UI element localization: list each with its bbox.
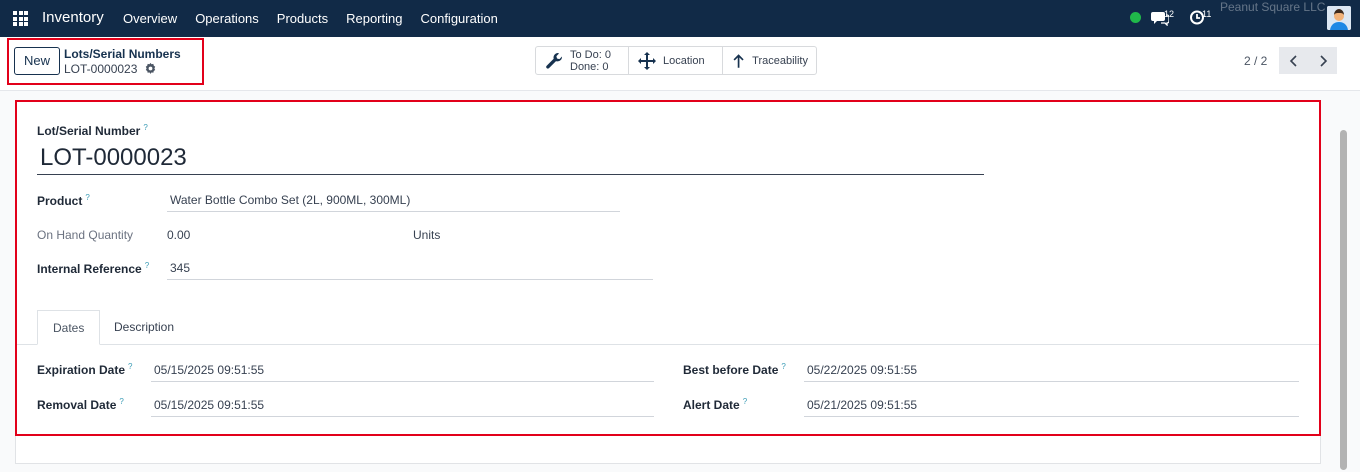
apps-grid-icon[interactable]: [13, 11, 28, 26]
help-tooltip-icon[interactable]: ?: [781, 362, 785, 371]
done-count: Done: 0: [570, 60, 609, 73]
avatar[interactable]: [1327, 6, 1351, 30]
menu-overview[interactable]: Overview: [123, 11, 177, 26]
presence-status-dot: [1130, 12, 1141, 23]
main-menu: Overview Operations Products Reporting C…: [123, 11, 516, 26]
chevron-right-icon: [1319, 54, 1327, 67]
lot-number-input[interactable]: LOT-0000023: [37, 141, 984, 175]
menu-reporting[interactable]: Reporting: [346, 11, 402, 26]
pager-value[interactable]: 2 / 2: [1244, 54, 1267, 68]
alert-date-label: Alert Date?: [683, 397, 748, 412]
lot-number-label: Lot/Serial Number?: [37, 123, 148, 138]
on-hand-uom: Units: [413, 228, 441, 242]
new-button[interactable]: New: [14, 47, 60, 75]
scrollbar-thumb[interactable]: [1340, 130, 1347, 470]
location-smart-button[interactable]: Location: [629, 47, 723, 74]
messages-count-badge: 12: [1164, 9, 1175, 19]
tab-dates[interactable]: Dates: [37, 310, 101, 345]
menu-products[interactable]: Products: [277, 11, 328, 26]
smart-buttons: To Do: 0 Done: 0 Location Traceability: [535, 46, 817, 75]
on-hand-quantity-value: 0.00: [167, 228, 191, 242]
traceability-smart-button[interactable]: Traceability: [723, 47, 816, 74]
product-field[interactable]: Water Bottle Combo Set (2L, 900ML, 300ML…: [167, 190, 620, 212]
app-name[interactable]: Inventory: [42, 9, 104, 26]
company-name[interactable]: Peanut Square LLC: [1220, 0, 1325, 14]
wrench-icon: [546, 52, 563, 69]
product-label: Product?: [37, 193, 90, 208]
internal-reference-field[interactable]: 345: [167, 258, 653, 280]
gear-icon[interactable]: [144, 62, 157, 75]
best-before-date-field[interactable]: 05/22/2025 09:51:55: [804, 360, 1299, 382]
arrow-up-icon: [733, 53, 744, 68]
removal-date-field[interactable]: 05/15/2025 09:51:55: [151, 395, 654, 417]
activities-count-badge: 11: [1202, 9, 1212, 19]
help-tooltip-icon[interactable]: ?: [743, 397, 747, 406]
alert-date-field[interactable]: 05/21/2025 09:51:55: [804, 395, 1299, 417]
top-navbar: Inventory Overview Operations Products R…: [0, 0, 1360, 37]
removal-date-label: Removal Date?: [37, 397, 124, 412]
help-tooltip-icon[interactable]: ?: [85, 193, 89, 202]
on-hand-quantity-label: On Hand Quantity: [37, 228, 134, 242]
user-avatar-icon: [1327, 6, 1351, 30]
best-before-date-label: Best before Date?: [683, 362, 786, 377]
help-tooltip-icon[interactable]: ?: [143, 123, 147, 132]
move-arrows-icon: [638, 51, 656, 70]
help-tooltip-icon[interactable]: ?: [119, 397, 123, 406]
expiration-date-label: Expiration Date?: [37, 362, 133, 377]
breadcrumb-parent[interactable]: Lots/Serial Numbers: [64, 47, 181, 61]
pager-previous-button[interactable]: [1279, 47, 1308, 74]
breadcrumb-current: LOT-0000023: [64, 62, 138, 76]
pager-next-button[interactable]: [1308, 47, 1337, 74]
expiration-date-field[interactable]: 05/15/2025 09:51:55: [151, 360, 654, 382]
location-label: Location: [663, 54, 705, 67]
control-panel: New Lots/Serial Numbers LOT-0000023 To D…: [0, 37, 1360, 91]
moves-smart-button[interactable]: To Do: 0 Done: 0: [536, 47, 629, 74]
help-tooltip-icon[interactable]: ?: [128, 362, 132, 371]
tab-description[interactable]: Description: [99, 310, 189, 345]
help-tooltip-icon[interactable]: ?: [145, 261, 149, 270]
menu-configuration[interactable]: Configuration: [420, 11, 497, 26]
chevron-left-icon: [1289, 54, 1297, 67]
todo-count: To Do: 0: [570, 48, 611, 61]
internal-reference-label: Internal Reference?: [37, 261, 150, 276]
traceability-label: Traceability: [752, 54, 808, 67]
notebook-tabs: Dates Description: [17, 310, 1319, 345]
menu-operations[interactable]: Operations: [195, 11, 259, 26]
